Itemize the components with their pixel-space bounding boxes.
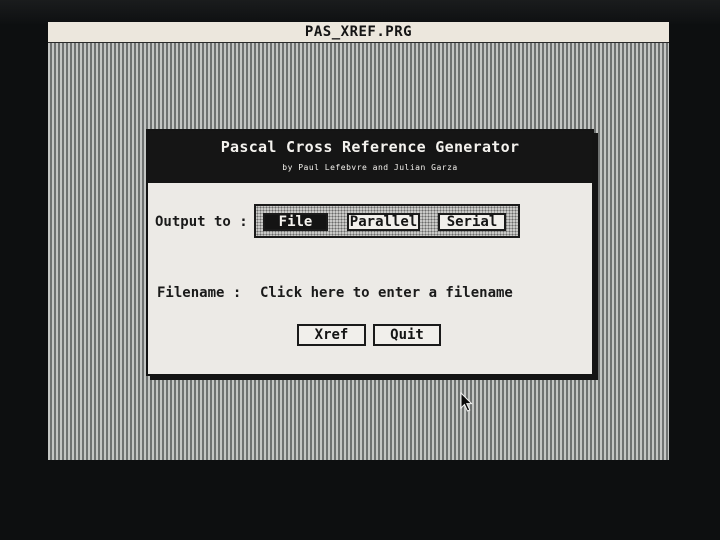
window-title-bar: PAS_XREF.PRG	[48, 22, 669, 43]
output-parallel-button[interactable]: Parallel	[347, 213, 420, 231]
output-file-button[interactable]: File	[263, 213, 328, 231]
output-option-group: File Parallel Serial	[254, 204, 520, 238]
dialog-header: Pascal Cross Reference Generator by Paul…	[148, 131, 592, 183]
dialog-title: Pascal Cross Reference Generator	[220, 138, 520, 156]
quit-button[interactable]: Quit	[373, 324, 441, 346]
monitor-bezel	[0, 0, 720, 24]
output-label: Output to :	[155, 214, 248, 230]
filename-field[interactable]: Click here to enter a filename	[260, 285, 513, 301]
xref-button[interactable]: Xref	[297, 324, 366, 346]
xref-dialog: Pascal Cross Reference Generator by Paul…	[146, 129, 594, 376]
desktop: PAS_XREF.PRG Pascal Cross Reference Gene…	[48, 22, 669, 460]
output-serial-button[interactable]: Serial	[438, 213, 506, 231]
dialog-credit: by Paul Lefebvre and Julian Garza	[282, 163, 458, 172]
arrow-pointer-icon	[460, 392, 473, 412]
filename-label: Filename :	[157, 285, 242, 301]
window-title: PAS_XREF.PRG	[304, 24, 413, 40]
